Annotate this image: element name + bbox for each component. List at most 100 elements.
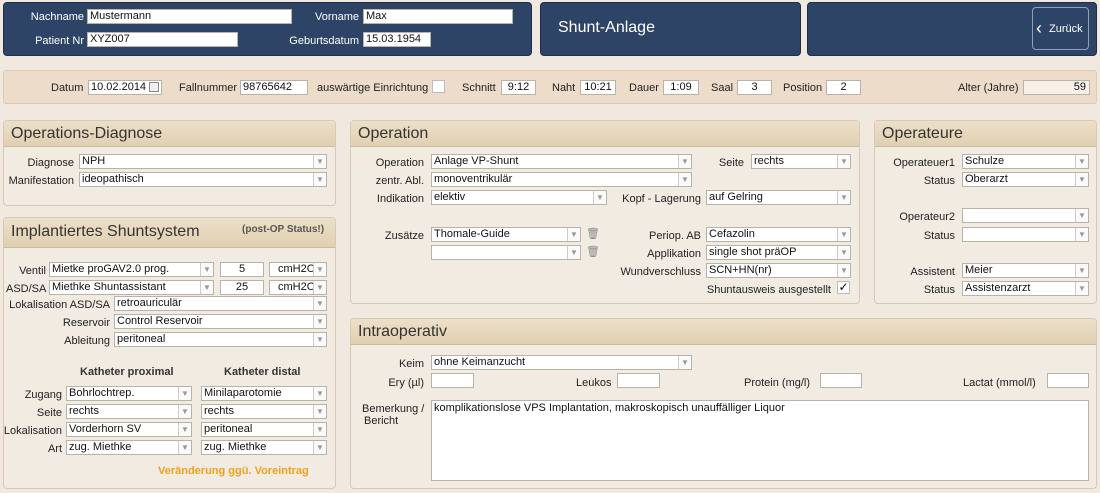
lokalisation-distal-select[interactable]: peritoneal ▼: [201, 422, 327, 437]
intraop-panel-header: Intraoperativ: [351, 319, 1096, 345]
nachname-field[interactable]: Mustermann: [87, 9, 292, 24]
chevron-down-icon: ▼: [837, 191, 850, 204]
ventil-unit-select[interactable]: cmH2O ▼: [269, 262, 327, 277]
chevron-down-icon: ▼: [313, 333, 326, 346]
art-proximal-select[interactable]: zug. Miethke ▼: [66, 440, 192, 455]
dauer-field[interactable]: 1:09: [663, 80, 699, 95]
zentr-abl-select[interactable]: monoventrikulär ▼: [431, 172, 692, 187]
chevron-down-icon: ▼: [178, 441, 191, 454]
asd-select[interactable]: Miethke Shuntassistant ▼: [49, 280, 214, 295]
lokalisation-asd-select[interactable]: retroauriculär ▼: [114, 296, 327, 311]
chevron-down-icon: ▼: [178, 387, 191, 400]
trash-icon[interactable]: 🗑: [586, 227, 600, 240]
ventil-select[interactable]: Mietke proGAV2.0 prog. ▼: [49, 262, 214, 277]
schnitt-field[interactable]: 9:12: [501, 80, 536, 95]
extern-label: auswärtige Einrichtung: [317, 82, 429, 94]
chevron-down-icon: ▼: [313, 173, 326, 186]
position-field[interactable]: 2: [826, 80, 861, 95]
saal-field[interactable]: 3: [737, 80, 772, 95]
indikation-select[interactable]: elektiv ▼: [431, 190, 607, 205]
fallnummer-field[interactable]: 98765642: [240, 80, 308, 95]
geburtsdatum-label: Geburtsdatum: [289, 35, 359, 47]
periop-label: Periop. AB: [649, 230, 701, 242]
patient-nr-field[interactable]: XYZ007: [87, 32, 238, 47]
seite-distal-select[interactable]: rechts ▼: [201, 404, 327, 419]
katheter-proximal-header: Katheter proximal: [80, 366, 174, 378]
asd-pressure-field[interactable]: 25: [220, 280, 264, 295]
extern-checkbox[interactable]: [432, 80, 445, 93]
manifestation-select[interactable]: ideopathisch ▼: [79, 172, 327, 187]
zugang-distal-value: Minilaparotomie: [204, 387, 282, 399]
seite-label: Seite: [36, 407, 62, 419]
back-button[interactable]: ‹ Zurück: [1032, 7, 1089, 50]
bemerkung-textarea[interactable]: komplikationslose VPS Implantation, makr…: [431, 400, 1089, 481]
lokalisation-proximal-select[interactable]: Vorderhorn SV ▼: [66, 422, 192, 437]
operateur1-status-value: Oberarzt: [965, 173, 1008, 185]
chevron-down-icon: ▼: [313, 263, 326, 276]
bemerkung-label: Bemerkung /: [362, 403, 425, 415]
chevron-down-icon: ▼: [200, 281, 213, 294]
naht-field[interactable]: 10:21: [580, 80, 616, 95]
operateur1-status-label: Status: [923, 175, 955, 187]
applikation-select[interactable]: single shot präOP ▼: [706, 245, 851, 260]
chevron-down-icon: ▼: [837, 264, 850, 277]
calendar-icon[interactable]: [149, 82, 159, 92]
manifestation-value: ideopathisch: [82, 173, 144, 185]
lokalisation-proximal-value: Vorderhorn SV: [69, 423, 142, 435]
wundverschluss-select[interactable]: SCN+HN(nr) ▼: [706, 263, 851, 278]
lagerung-value: auf Gelring: [709, 191, 763, 203]
seite-op-select[interactable]: rechts ▼: [751, 154, 851, 169]
zugang-distal-select[interactable]: Minilaparotomie ▼: [201, 386, 327, 401]
keim-select[interactable]: ohne Keimanzucht ▼: [431, 355, 692, 370]
seite-proximal-select[interactable]: rechts ▼: [66, 404, 192, 419]
zugang-proximal-select[interactable]: Bohrlochtrep. ▼: [66, 386, 192, 401]
ventil-unit-value: cmH2O: [278, 263, 316, 275]
operateur2-select[interactable]: ▼: [962, 208, 1089, 223]
operateure-title: Operateure: [882, 125, 963, 142]
zentr-abl-value: monoventrikulär: [434, 173, 513, 185]
lactat-label: Lactat (mmol/l): [963, 377, 1036, 389]
datum-label: Datum: [51, 82, 84, 94]
zusatz1-select[interactable]: Thomale-Guide ▼: [431, 227, 581, 242]
ery-field[interactable]: [431, 373, 474, 388]
trash-icon[interactable]: 🗑: [586, 245, 600, 258]
lagerung-select[interactable]: auf Gelring ▼: [706, 190, 851, 205]
protein-field[interactable]: [820, 373, 862, 388]
leukos-label: Leukos: [576, 377, 612, 389]
operateur2-status-select[interactable]: ▼: [962, 227, 1089, 242]
periop-value: Cefazolin: [709, 228, 755, 240]
assistent-value: Meier: [965, 264, 993, 276]
operateur1-status-select[interactable]: Oberarzt ▼: [962, 172, 1089, 187]
shuntausweis-checkbox[interactable]: ✓: [837, 281, 850, 294]
vorname-label: Vorname: [314, 11, 359, 23]
ableitung-select[interactable]: peritoneal ▼: [114, 332, 327, 347]
fallnummer-label: Fallnummer: [179, 82, 238, 94]
operateur1-select[interactable]: Schulze ▼: [962, 154, 1089, 169]
shuntausweis-label: Shuntausweis ausgestellt: [706, 284, 831, 296]
operateure-panel-header: Operateure: [875, 121, 1096, 147]
chevron-left-icon: ‹: [1036, 18, 1042, 38]
schnitt-label: Schnitt: [462, 82, 496, 94]
operation-title: Operation: [358, 125, 429, 142]
vorname-field[interactable]: Max: [363, 9, 513, 24]
back-label: Zurück: [1049, 23, 1083, 35]
operateur1-label: Operateuer1: [893, 157, 955, 169]
assistent-status-select[interactable]: Assistenzarzt ▼: [962, 281, 1089, 296]
leukos-field[interactable]: [617, 373, 660, 388]
zusatz1-value: Thomale-Guide: [434, 228, 510, 240]
lactat-field[interactable]: [1047, 373, 1089, 388]
asd-unit-select[interactable]: cmH2O ▼: [269, 280, 327, 295]
chevron-down-icon: ▼: [678, 155, 691, 168]
periop-select[interactable]: Cefazolin ▼: [706, 227, 851, 242]
zusaetze-label: Zusätze: [384, 230, 424, 242]
geburtsdatum-field[interactable]: 15.03.1954: [363, 32, 431, 47]
seite-op-label: Seite: [718, 157, 744, 169]
reservoir-select[interactable]: Control Reservoir ▼: [114, 314, 327, 329]
ventil-pressure-field[interactable]: 5: [220, 262, 264, 277]
operation-select[interactable]: Anlage VP-Shunt ▼: [431, 154, 692, 169]
zusatz2-select[interactable]: ▼: [431, 245, 581, 260]
assistent-select[interactable]: Meier ▼: [962, 263, 1089, 278]
diagnose-select[interactable]: NPH ▼: [79, 154, 327, 169]
art-distal-select[interactable]: zug. Miethke ▼: [201, 440, 327, 455]
reservoir-label: Reservoir: [62, 317, 110, 329]
